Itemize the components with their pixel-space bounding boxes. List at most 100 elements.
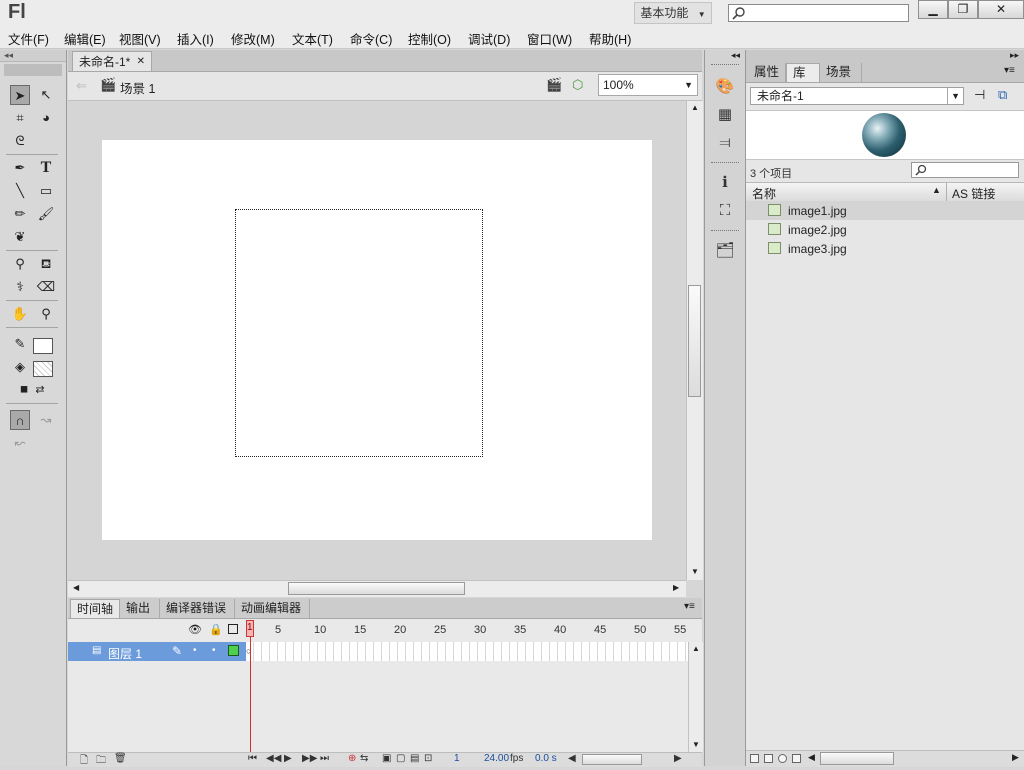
library-horizontal-scroll-thumb[interactable] xyxy=(820,752,894,765)
last-frame-icon[interactable]: ⏭ xyxy=(320,753,329,764)
tab-library[interactable]: 库 xyxy=(786,63,820,82)
library-item[interactable]: image3.jpg xyxy=(746,239,1024,258)
tab-motion-editor[interactable]: 动画编辑器 xyxy=(235,599,310,618)
tab-compiler-errors[interactable]: 编译器错误 xyxy=(160,599,235,618)
brush-tool-icon[interactable]: 🖌 xyxy=(36,204,56,224)
menu-file[interactable]: 文件(F) xyxy=(8,29,49,48)
stroke-color-icon[interactable]: ✎ xyxy=(10,334,30,354)
fill-color-icon[interactable]: ◈ xyxy=(10,357,30,377)
help-search-input[interactable] xyxy=(728,4,909,22)
scroll-right-icon[interactable]: ▶ xyxy=(673,583,679,592)
back-arrow-icon[interactable]: ⇐ xyxy=(76,78,87,94)
onion-skin-icon[interactable]: ▣ xyxy=(382,753,391,764)
frame-grid[interactable]: ○ xyxy=(246,642,688,661)
text-tool-icon[interactable]: T xyxy=(36,158,56,178)
scroll-right-icon[interactable]: ▶ xyxy=(674,753,682,764)
panel-grip[interactable] xyxy=(711,64,739,69)
scroll-right-icon[interactable]: ▶ xyxy=(1012,752,1019,763)
eraser-tool-icon[interactable]: ⌫ xyxy=(36,277,56,297)
next-frame-icon[interactable]: ▶▶ xyxy=(302,753,317,764)
close-button[interactable]: ✕ xyxy=(978,0,1024,19)
swatches-panel-icon[interactable]: ▦ xyxy=(713,104,737,126)
new-layer-icon[interactable]: 🗋 xyxy=(80,753,88,770)
free-transform-tool-icon[interactable]: ⌗ xyxy=(10,108,30,128)
edit-scene-icon[interactable]: 🎬 xyxy=(546,77,562,93)
scroll-left-icon[interactable]: ◀ xyxy=(73,583,79,592)
properties-icon[interactable] xyxy=(778,754,787,763)
close-tab-icon[interactable]: ✕ xyxy=(137,52,145,72)
menu-text[interactable]: 文本(T) xyxy=(292,29,333,48)
delete-layer-icon[interactable]: 🗑 xyxy=(114,753,127,764)
lasso-tool-icon[interactable]: ᘓ xyxy=(10,131,30,151)
menu-edit[interactable]: 编辑(E) xyxy=(64,29,106,48)
stage-vertical-scrollbar[interactable]: ▲ ▼ xyxy=(686,101,703,580)
components-panel-icon[interactable]: 🗂 xyxy=(713,240,737,262)
snap-to-objects-icon[interactable]: ∩ xyxy=(10,410,30,430)
document-tab[interactable]: 未命名-1* ✕ xyxy=(72,51,152,71)
tab-scene[interactable]: 场景 xyxy=(820,63,862,82)
pin-icon[interactable]: ⊣ xyxy=(974,87,985,103)
selection-bounding-box[interactable] xyxy=(235,209,483,457)
zoom-tool-icon[interactable]: ⚲ xyxy=(36,304,56,324)
panel-menu-icon[interactable]: ▾≡ xyxy=(684,601,695,612)
menu-help[interactable]: 帮助(H) xyxy=(589,29,631,48)
timeline-horizontal-scroll-thumb[interactable] xyxy=(582,754,642,765)
transform-panel-icon[interactable]: ⛶ xyxy=(713,200,737,222)
swap-colors-icon[interactable]: ⇄ xyxy=(30,380,50,400)
eyedropper-tool-icon[interactable]: ⚕ xyxy=(10,277,30,297)
pencil-tool-icon[interactable]: ✏ xyxy=(10,204,30,224)
playhead[interactable]: 1 xyxy=(246,619,255,766)
library-item[interactable]: image1.jpg xyxy=(746,201,1024,220)
zoom-select[interactable]: 100% ▼ xyxy=(598,74,698,96)
color-panel-icon[interactable]: 🎨 xyxy=(713,76,737,98)
new-symbol-icon[interactable] xyxy=(750,754,759,763)
minimize-button[interactable]: ▁ xyxy=(918,0,948,19)
visibility-dot[interactable]: • xyxy=(193,645,197,656)
timeline-vertical-scrollbar[interactable]: ▲ ▼ xyxy=(688,642,703,752)
panel-menu-icon[interactable]: ▾≡ xyxy=(1004,65,1015,76)
delete-icon[interactable] xyxy=(792,754,801,763)
info-panel-icon[interactable]: ℹ xyxy=(713,172,737,194)
menu-modify[interactable]: 修改(M) xyxy=(231,29,275,48)
panel-grip[interactable] xyxy=(4,64,62,76)
deco-tool-icon[interactable]: ❦ xyxy=(10,227,30,247)
outline-icon[interactable] xyxy=(228,624,238,634)
lock-dot[interactable]: • xyxy=(212,645,216,656)
stage-horizontal-scrollbar[interactable]: ◀ ▶ xyxy=(68,580,686,597)
scroll-left-icon[interactable]: ◀ xyxy=(568,753,576,764)
prev-frame-icon[interactable]: ◀◀ xyxy=(266,753,281,764)
paint-bucket-tool-icon[interactable]: ⛾ xyxy=(36,254,56,274)
align-panel-icon[interactable]: ⫤ xyxy=(713,132,737,154)
panel-grip[interactable] xyxy=(711,162,739,167)
selection-tool-icon[interactable]: ➤ xyxy=(10,85,30,105)
library-item[interactable]: image2.jpg xyxy=(746,220,1024,239)
smooth-icon[interactable]: ↝ xyxy=(36,410,56,430)
bone-tool-icon[interactable]: ⚲ xyxy=(10,254,30,274)
scroll-down-icon[interactable]: ▼ xyxy=(692,740,700,749)
vertical-scroll-thumb[interactable] xyxy=(688,285,701,397)
menu-control[interactable]: 控制(O) xyxy=(408,29,451,48)
new-folder-icon[interactable] xyxy=(764,754,773,763)
layer-row[interactable]: ▤ 图层 1 ✎ • • xyxy=(68,642,246,661)
edit-symbols-icon[interactable]: ⬡ xyxy=(572,77,583,93)
menu-insert[interactable]: 插入(I) xyxy=(177,29,214,48)
play-icon[interactable]: ▶ xyxy=(284,753,292,764)
current-frame[interactable]: 1 xyxy=(454,753,460,764)
scroll-left-icon[interactable]: ◀ xyxy=(808,752,815,763)
layer-outline-color[interactable] xyxy=(228,645,239,656)
collapse-panel-icon[interactable]: ◂◂ xyxy=(731,50,740,61)
menu-view[interactable]: 视图(V) xyxy=(119,29,161,48)
tab-timeline[interactable]: 时间轴 xyxy=(70,599,120,618)
eye-icon[interactable]: 👁 xyxy=(188,623,202,636)
lock-icon[interactable]: 🔒 xyxy=(209,623,223,636)
onion-markers-icon[interactable]: ⊡ xyxy=(424,753,432,764)
expand-panel-icon[interactable]: ▸▸ xyxy=(1010,50,1019,61)
rectangle-tool-icon[interactable]: ▭ xyxy=(36,181,56,201)
scroll-up-icon[interactable]: ▲ xyxy=(691,103,699,112)
scroll-down-icon[interactable]: ▼ xyxy=(691,567,699,576)
3d-rotation-tool-icon[interactable]: ◕ xyxy=(36,108,56,128)
pen-tool-icon[interactable]: ✒ xyxy=(10,158,30,178)
frame-rate[interactable]: 24.00 xyxy=(484,753,509,764)
hand-tool-icon[interactable]: ✋ xyxy=(10,304,30,324)
column-name[interactable]: 名称 xyxy=(752,185,776,202)
